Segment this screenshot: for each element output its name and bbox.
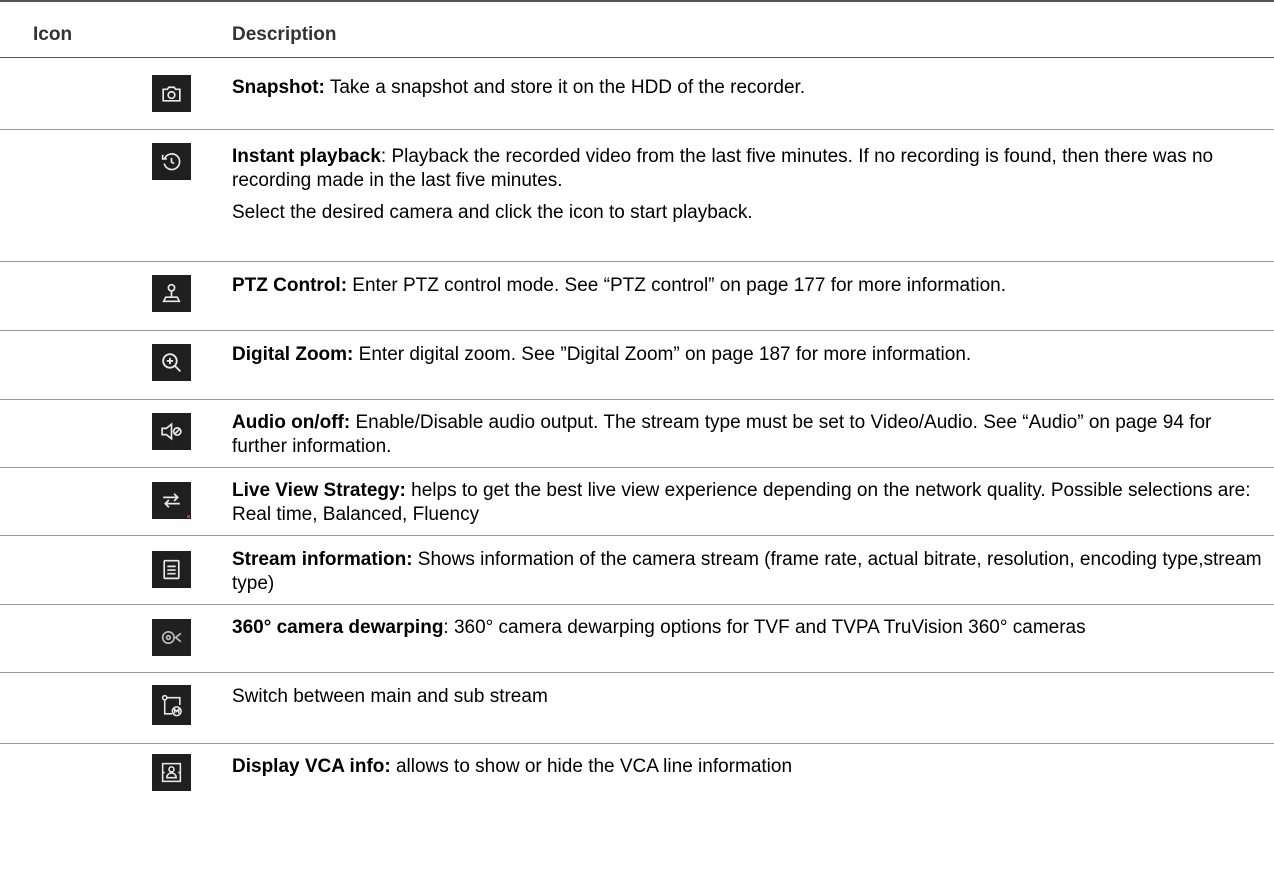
description-text: Switch between main and sub stream [232,686,548,707]
row-description: PTZ Control: Enter PTZ control mode. See… [232,274,1262,298]
table-header: Icon Description [0,0,1274,58]
description-text: Enter PTZ control mode. See “PTZ control… [347,275,1006,296]
description-text: : 360° camera dewarping options for TVF … [443,617,1086,638]
row-description: Live View Strategy: helps to get the bes… [232,479,1262,527]
red-indicator-dot [187,515,190,518]
term: Audio on/off: [232,412,351,433]
swap-arrows-icon [152,482,191,519]
row-description: Digital Zoom: Enter digital zoom. See ”D… [232,343,1262,367]
table-row-main-sub-stream: Switch between main and sub stream [0,673,1274,744]
speaker-mute-icon [152,413,191,450]
row-description: Display VCA info: allows to show or hide… [232,755,1262,779]
term: PTZ Control: [232,275,348,296]
table-row-snapshot: Snapshot: Take a snapshot and store it o… [0,58,1274,130]
term: Stream information: [232,549,413,570]
row-description: Switch between main and sub stream [232,685,1262,709]
table-row-instant-playback: Instant playback: Playback the recorded … [0,130,1274,262]
description-extra: Select the desired camera and click the … [232,202,753,223]
description-text: Enter digital zoom. See ”Digital Zoom” o… [353,344,972,365]
history-clock-icon [152,143,191,180]
icon-column-header: Icon [33,24,73,45]
row-description: Stream information: Shows information of… [232,548,1262,596]
row-description: Snapshot: Take a snapshot and store it o… [232,76,1262,100]
fisheye-camera-icon [152,619,191,656]
term: Live View Strategy: [232,480,406,501]
ptz-joystick-icon [152,275,191,312]
term: 360° camera dewarping [232,617,444,638]
row-description: Audio on/off: Enable/Disable audio outpu… [232,411,1262,459]
table-row-stream-information: Stream information: Shows information of… [0,536,1274,605]
zoom-in-icon [152,344,191,381]
table-row-ptz-control: PTZ Control: Enter PTZ control mode. See… [0,262,1274,331]
description-column-header: Description [232,24,337,45]
term: Digital Zoom: [232,344,354,365]
table-row-360-dewarping: 360° camera dewarping: 360° camera dewar… [0,605,1274,673]
camera-icon [152,75,191,112]
term: Instant playback [232,146,381,167]
table-row-digital-zoom: Digital Zoom: Enter digital zoom. See ”D… [0,331,1274,400]
term: Snapshot: [232,77,325,98]
description-text: allows to show or hide the VCA line info… [390,756,793,777]
term: Display VCA info: [232,756,391,777]
table-row-audio: Audio on/off: Enable/Disable audio outpu… [0,400,1274,468]
vca-person-icon [152,754,191,791]
table-row-vca-info: Display VCA info: allows to show or hide… [0,744,1274,884]
description-text: Enable/Disable audio output. The stream … [232,412,1212,457]
row-description: Instant playback: Playback the recorded … [232,145,1262,225]
table-row-live-view-strategy: Live View Strategy: helps to get the bes… [0,468,1274,536]
row-description: 360° camera dewarping: 360° camera dewar… [232,616,1262,640]
main-sub-stream-icon [152,685,191,725]
document-list-icon [152,551,191,588]
description-text: Take a snapshot and store it on the HDD … [324,77,806,98]
